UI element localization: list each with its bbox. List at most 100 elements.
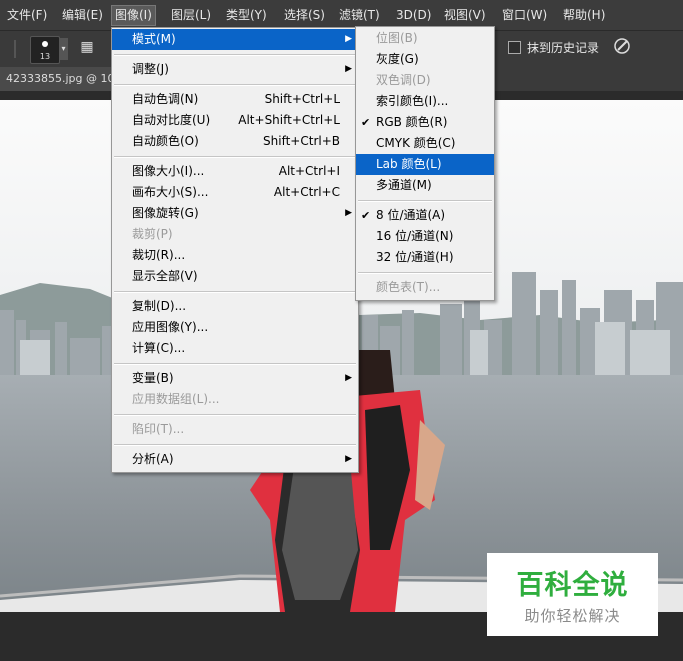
submenu-item-cmyk-color[interactable]: CMYK 颜色(C) <box>356 133 494 154</box>
menu-bar: 文件(F) 编辑(E) 图像(I) 图层(L) 类型(Y) 选择(S) 滤镜(T… <box>0 0 683 30</box>
menu-item-label: 裁切(R)... <box>132 248 186 262</box>
menu-item-label: 画布大小(S)... <box>132 185 209 199</box>
menu-item-shortcut: Shift+Ctrl+L <box>264 92 340 106</box>
menu-item-variables[interactable]: 变量(B) ▶ <box>112 368 358 389</box>
menu-item-label: 复制(D)... <box>132 299 187 313</box>
menu-item-apply-data-set: 应用数据组(L)... <box>112 389 358 410</box>
menu-window[interactable]: 窗口(W) <box>499 6 550 25</box>
submenu-item-duotone: 双色调(D) <box>356 70 494 91</box>
menu-item-label: 32 位/通道(H) <box>376 250 454 264</box>
mode-submenu: 位图(B) 灰度(G) 双色调(D) 索引颜色(I)... ✔ RGB 颜色(R… <box>355 26 495 301</box>
menu-item-analysis[interactable]: 分析(A) ▶ <box>112 449 358 470</box>
menu-image[interactable]: 图像(I) <box>111 5 156 26</box>
menu-item-reveal-all[interactable]: 显示全部(V) <box>112 266 358 287</box>
submenu-item-8-bit[interactable]: ✔ 8 位/通道(A) <box>356 205 494 226</box>
menu-item-image-size[interactable]: 图像大小(I)... Alt+Ctrl+I <box>112 161 358 182</box>
menu-item-label: 双色调(D) <box>376 73 431 87</box>
menu-item-canvas-size[interactable]: 画布大小(S)... Alt+Ctrl+C <box>112 182 358 203</box>
menu-item-label: 模式(M) <box>132 32 176 46</box>
menu-item-auto-color[interactable]: 自动颜色(O) Shift+Ctrl+B <box>112 131 358 152</box>
submenu-arrow-icon: ▶ <box>345 454 352 464</box>
menu-item-duplicate[interactable]: 复制(D)... <box>112 296 358 317</box>
brush-tip-icon <box>42 41 48 47</box>
menu-item-image-rotation[interactable]: 图像旋转(G) ▶ <box>112 203 358 224</box>
submenu-item-lab-color[interactable]: Lab 颜色(L) <box>356 154 494 175</box>
menu-filter[interactable]: 滤镜(T) <box>336 6 383 25</box>
menu-divider <box>358 272 492 274</box>
submenu-item-color-table: 颜色表(T)... <box>356 277 494 298</box>
watermark-logo: 百科全说 助你轻松解决 <box>487 553 658 636</box>
document-tab[interactable]: 42333855.jpg @ 10 <box>0 67 126 91</box>
menu-item-label: 索引颜色(I)... <box>376 94 449 108</box>
menu-divider <box>114 363 356 365</box>
menu-item-label: 陷印(T)... <box>132 422 185 436</box>
brush-panel-toggle-icon[interactable]: ▦ <box>78 38 96 56</box>
menu-layer[interactable]: 图层(L) <box>168 6 214 25</box>
submenu-arrow-icon: ▶ <box>345 64 352 74</box>
tablet-pressure-icon[interactable] <box>612 37 632 57</box>
submenu-arrow-icon: ▶ <box>345 208 352 218</box>
menu-3d[interactable]: 3D(D) <box>393 6 434 25</box>
checkmark-icon: ✔ <box>361 116 371 129</box>
brush-preset-picker[interactable]: 13 <box>30 36 60 64</box>
image-menu: 模式(M) ▶ 调整(J) ▶ 自动色调(N) Shift+Ctrl+L 自动对… <box>111 27 359 473</box>
menu-item-label: RGB 颜色(R) <box>376 115 448 129</box>
menu-item-label: 裁剪(P) <box>132 227 173 241</box>
menu-item-label: 灰度(G) <box>376 52 419 66</box>
brush-dropdown-arrow-icon[interactable]: ▾ <box>59 38 68 60</box>
erase-to-history-checkbox[interactable] <box>508 41 521 54</box>
submenu-item-indexed-color[interactable]: 索引颜色(I)... <box>356 91 494 112</box>
menu-type[interactable]: 类型(Y) <box>223 6 270 25</box>
menu-divider <box>114 291 356 293</box>
menu-item-apply-image[interactable]: 应用图像(Y)... <box>112 317 358 338</box>
checkmark-icon: ✔ <box>361 209 371 222</box>
submenu-item-multichannel[interactable]: 多通道(M) <box>356 175 494 196</box>
submenu-item-bitmap: 位图(B) <box>356 28 494 49</box>
menu-item-label: 自动色调(N) <box>132 92 199 106</box>
menu-item-trap: 陷印(T)... <box>112 419 358 440</box>
menu-item-mode[interactable]: 模式(M) ▶ <box>112 29 358 50</box>
menu-view[interactable]: 视图(V) <box>441 6 489 25</box>
menu-divider <box>114 54 356 56</box>
submenu-arrow-icon: ▶ <box>345 373 352 383</box>
submenu-item-32-bit[interactable]: 32 位/通道(H) <box>356 247 494 268</box>
menu-item-trim[interactable]: 裁切(R)... <box>112 245 358 266</box>
menu-divider <box>114 84 356 86</box>
menu-item-calculations[interactable]: 计算(C)... <box>112 338 358 359</box>
menu-item-label: CMYK 颜色(C) <box>376 136 456 150</box>
menu-select[interactable]: 选择(S) <box>281 6 328 25</box>
menu-item-label: 应用图像(Y)... <box>132 320 209 334</box>
submenu-item-16-bit[interactable]: 16 位/通道(N) <box>356 226 494 247</box>
erase-to-history-label: 抹到历史记录 <box>527 41 600 55</box>
menu-item-label: 位图(B) <box>376 31 418 45</box>
menu-edit[interactable]: 编辑(E) <box>59 6 106 25</box>
menu-item-shortcut: Alt+Shift+Ctrl+L <box>238 113 340 127</box>
menu-divider <box>114 444 356 446</box>
menu-item-label: 颜色表(T)... <box>376 280 441 294</box>
menu-item-label: 调整(J) <box>132 62 169 76</box>
menu-item-label: 显示全部(V) <box>132 269 198 283</box>
menu-item-label: Lab 颜色(L) <box>376 157 442 171</box>
menu-item-label: 图像大小(I)... <box>132 164 205 178</box>
menu-item-shortcut: Alt+Ctrl+C <box>273 185 340 199</box>
menu-item-label: 自动对比度(U) <box>132 113 211 127</box>
menu-file[interactable]: 文件(F) <box>4 6 50 25</box>
menu-item-label: 分析(A) <box>132 452 174 466</box>
menu-item-label: 变量(B) <box>132 371 174 385</box>
menu-item-label: 16 位/通道(N) <box>376 229 454 243</box>
menu-item-adjust[interactable]: 调整(J) ▶ <box>112 59 358 80</box>
menu-item-label: 8 位/通道(A) <box>376 208 446 222</box>
menu-item-auto-tone[interactable]: 自动色调(N) Shift+Ctrl+L <box>112 89 358 110</box>
watermark-title: 百科全说 <box>516 570 629 601</box>
menu-item-label: 自动颜色(O) <box>132 134 199 148</box>
menu-divider <box>114 414 356 416</box>
menu-help[interactable]: 帮助(H) <box>560 6 608 25</box>
menu-divider <box>114 156 356 158</box>
submenu-item-rgb-color[interactable]: ✔ RGB 颜色(R) <box>356 112 494 133</box>
menu-item-crop: 裁剪(P) <box>112 224 358 245</box>
menu-item-shortcut: Shift+Ctrl+B <box>263 134 340 148</box>
submenu-item-grayscale[interactable]: 灰度(G) <box>356 49 494 70</box>
menu-item-label: 图像旋转(G) <box>132 206 199 220</box>
menu-item-auto-contrast[interactable]: 自动对比度(U) Alt+Shift+Ctrl+L <box>112 110 358 131</box>
menu-item-label: 计算(C)... <box>132 341 186 355</box>
